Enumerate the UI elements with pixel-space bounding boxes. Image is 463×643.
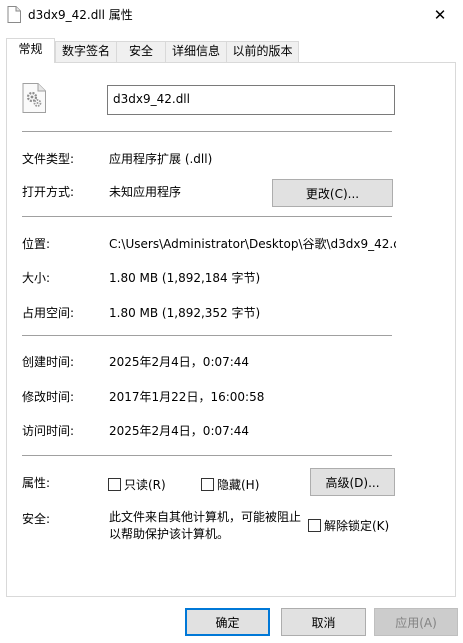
file-icon [7,6,21,23]
size-on-disk-label: 占用空间: [22,306,75,320]
opens-with-value: 未知应用程序 [109,185,182,199]
ok-button[interactable]: 确定 [185,608,270,636]
location-label: 位置: [22,237,51,251]
checkbox-box[interactable] [308,519,321,532]
tab-previous-versions[interactable]: 以前的版本 [226,41,299,62]
close-button[interactable]: ✕ [417,0,463,30]
modified-label: 修改时间: [22,390,75,404]
size-on-disk-value: 1.80 MB (1,892,352 字节) [109,306,261,320]
unblock-checkbox[interactable]: 解除锁定(K) [308,517,389,534]
hidden-checkbox[interactable]: 隐藏(H) [201,476,259,493]
tab-digital-signatures[interactable]: 数字签名 [55,41,117,62]
file-type-value: 应用程序扩展 (.dll) [109,152,213,166]
divider [22,216,392,217]
window-title: d3dx9_42.dll 属性 [28,8,133,22]
divider [22,335,392,336]
readonly-checkbox[interactable]: 只读(R) [108,476,166,493]
accessed-label: 访问时间: [22,424,75,438]
close-icon: ✕ [433,6,447,24]
dll-file-icon [22,83,46,113]
security-message: 此文件来自其他计算机，可能被阻止以帮助保护该计算机。 [109,510,302,541]
modified-value: 2017年1月22日，16:00:58 [109,390,265,404]
file-name-field[interactable]: d3dx9_42.dll [107,85,395,115]
file-type-label: 文件类型: [22,152,75,166]
unblock-label: 解除锁定(K) [324,519,390,533]
security-label: 安全: [22,512,51,526]
created-label: 创建时间: [22,355,75,369]
size-label: 大小: [22,271,51,285]
accessed-value: 2025年2月4日，0:07:44 [109,424,250,438]
divider [22,455,392,456]
size-value: 1.80 MB (1,892,184 字节) [109,271,261,285]
checkbox-box[interactable] [108,478,121,491]
tab-details[interactable]: 详细信息 [165,41,227,62]
divider [22,131,392,132]
cancel-button[interactable]: 取消 [281,608,366,636]
change-button[interactable]: 更改(C)... [272,179,393,207]
created-value: 2025年2月4日，0:07:44 [109,355,250,369]
location-value[interactable]: C:\Users\Administrator\Desktop\谷歌\d3dx9_… [109,235,396,252]
attributes-label: 属性: [22,476,51,490]
title-bar: d3dx9_42.dll 属性 ✕ [0,0,463,30]
hidden-label: 隐藏(H) [217,478,260,492]
apply-button[interactable]: 应用(A) [374,608,458,636]
advanced-button[interactable]: 高级(D)... [310,468,395,496]
tab-security[interactable]: 安全 [116,41,166,62]
readonly-label: 只读(R) [124,478,166,492]
checkbox-box[interactable] [201,478,214,491]
tab-general[interactable]: 常规 [6,38,55,63]
opens-with-label: 打开方式: [22,185,75,199]
